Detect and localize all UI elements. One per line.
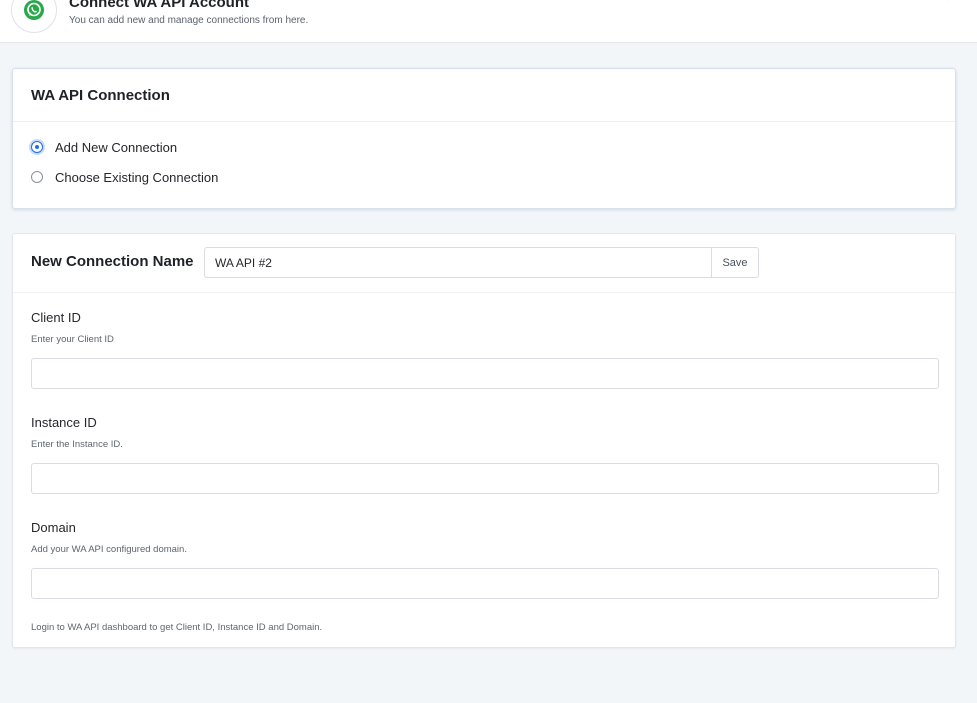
modal-header: Connect WA API Account You can add new a…	[0, 0, 977, 43]
instance-id-help: Enter the Instance ID.	[31, 439, 123, 450]
whatsapp-icon	[11, 0, 57, 33]
connection-name-input[interactable]	[204, 247, 711, 278]
new-connection-header: New Connection Name Save	[13, 234, 955, 293]
domain-input[interactable]	[31, 568, 939, 599]
instance-id-input[interactable]	[31, 463, 939, 494]
new-connection-name-label: New Connection Name	[31, 253, 194, 270]
connection-type-title: WA API Connection	[31, 87, 170, 104]
radio-label: Add New Connection	[55, 139, 178, 155]
radio-button[interactable]	[31, 171, 43, 183]
instance-id-label: Instance ID	[31, 415, 97, 430]
close-icon[interactable]: ×	[943, 0, 959, 6]
connection-type-header: WA API Connection	[13, 69, 955, 122]
domain-help: Add your WA API configured domain.	[31, 544, 187, 555]
client-id-help: Enter your Client ID	[31, 334, 114, 345]
client-id-input[interactable]	[31, 358, 939, 389]
client-id-label: Client ID	[31, 310, 81, 325]
radio-label: Choose Existing Connection	[55, 169, 219, 185]
connection-type-card: WA API Connection Add New Connection Cho…	[12, 68, 956, 209]
radio-button-checked[interactable]	[31, 141, 43, 153]
modal-title: Connect WA API Account	[69, 0, 249, 11]
modal-subtitle: You can add new and manage connections f…	[69, 15, 309, 26]
new-connection-card: New Connection Name Save Client ID Enter…	[12, 233, 956, 648]
instructions-note: Login to WA API dashboard to get Client …	[31, 622, 323, 633]
domain-label: Domain	[31, 520, 76, 535]
radio-choose-existing-connection[interactable]: Choose Existing Connection	[31, 167, 218, 187]
save-button[interactable]: Save	[711, 247, 759, 278]
radio-add-new-connection[interactable]: Add New Connection	[31, 137, 177, 157]
